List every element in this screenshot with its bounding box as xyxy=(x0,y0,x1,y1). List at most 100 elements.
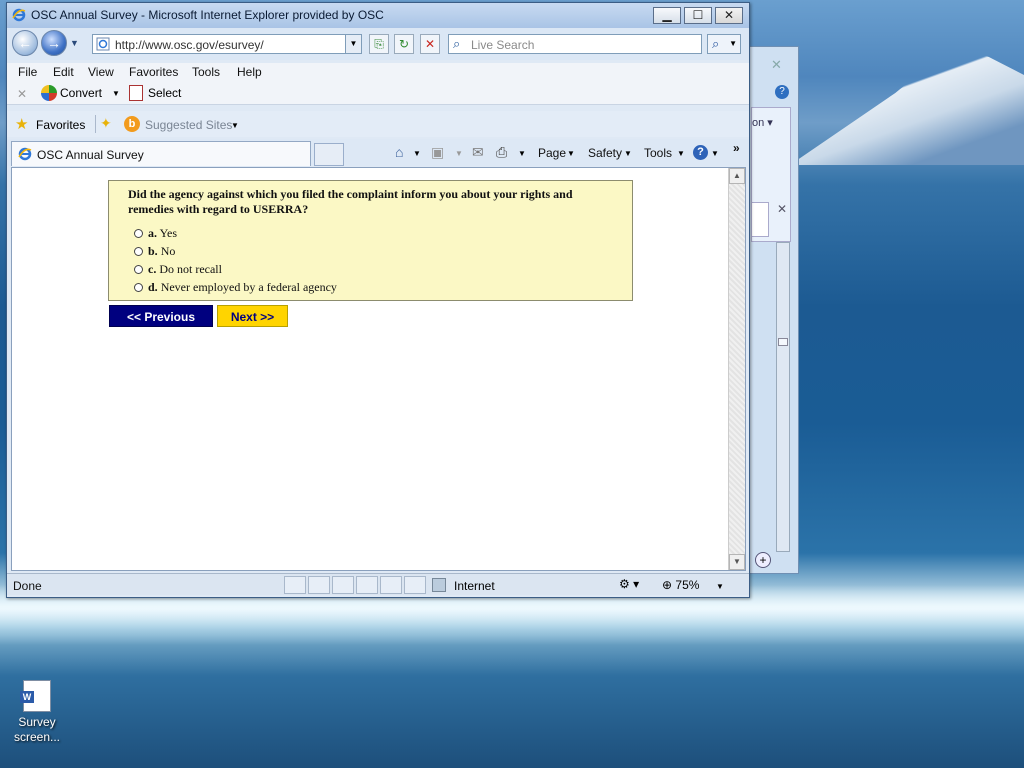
chevron-down-icon[interactable]: ▼ xyxy=(518,149,526,158)
option-letter: d. xyxy=(148,280,158,294)
option-c[interactable]: c. Do not recall xyxy=(134,262,222,277)
menu-help[interactable]: Help xyxy=(237,65,262,79)
zoom-in-icon[interactable]: + xyxy=(755,552,771,568)
convert-button[interactable]: Convert xyxy=(60,86,102,100)
page-menu[interactable]: Page xyxy=(538,146,566,160)
chevron-down-icon[interactable]: ▼ xyxy=(70,38,79,48)
option-a[interactable]: a. Yes xyxy=(134,226,177,241)
menu-file[interactable]: File xyxy=(18,65,37,79)
convert-icon xyxy=(41,85,57,101)
survey-question-box: Did the agency against which you filed t… xyxy=(108,180,633,301)
vertical-scrollbar[interactable]: ▲ ▼ xyxy=(728,168,745,570)
status-text: Done xyxy=(13,579,42,593)
status-cell xyxy=(356,576,378,594)
chevron-down-icon[interactable]: ▼ xyxy=(716,582,724,591)
chevron-down-icon[interactable]: ▼ xyxy=(677,149,685,158)
search-button[interactable]: ⌕ ▼ xyxy=(707,34,741,54)
radio-button[interactable] xyxy=(134,282,143,292)
close-icon[interactable]: ✕ xyxy=(771,57,782,73)
previous-button[interactable]: << Previous xyxy=(109,305,213,327)
help-icon[interactable]: ? xyxy=(693,145,708,160)
chevron-down-icon[interactable]: ▼ xyxy=(231,121,239,130)
suggested-sites-button[interactable]: Suggested Sites xyxy=(145,118,232,132)
status-bar: Done Internet ⚙ ▾ ⊕ 75% ▼ xyxy=(7,573,749,595)
menu-tools[interactable]: Tools xyxy=(192,65,220,79)
option-b[interactable]: b. No xyxy=(134,244,175,259)
option-text: Yes xyxy=(159,226,178,240)
chevron-down-icon[interactable]: ▼ xyxy=(413,149,421,158)
zoom-value: 75% xyxy=(675,578,700,592)
address-bar: ← → ▼ http://www.osc.gov/esurvey/ ▼ ⎘ ↻ … xyxy=(7,28,749,60)
tab-osc-annual-survey[interactable]: OSC Annual Survey xyxy=(11,141,311,166)
more-tools-icon[interactable]: » xyxy=(733,141,740,155)
tools-menu[interactable]: Tools xyxy=(644,146,672,160)
address-dropdown-icon[interactable]: ▼ xyxy=(345,35,361,53)
ie-logo-icon xyxy=(18,147,32,161)
close-toolbar-icon[interactable]: ✕ xyxy=(17,87,27,101)
maximize-button[interactable]: ☐ xyxy=(684,7,712,24)
ie-logo-icon xyxy=(12,8,26,22)
page-content: Did the agency against which you filed t… xyxy=(11,167,746,571)
protected-mode-icon[interactable]: ⚙ ▾ xyxy=(619,577,639,591)
background-window[interactable]: ✕ ? on ▾ ✕ + xyxy=(749,46,799,574)
chevron-down-icon[interactable]: ▼ xyxy=(624,149,632,158)
address-input[interactable]: http://www.osc.gov/esurvey/ ▼ xyxy=(92,34,362,54)
mail-icon[interactable]: ✉ xyxy=(472,144,484,161)
browser-window: OSC Annual Survey - Microsoft Internet E… xyxy=(6,2,750,598)
option-letter: c. xyxy=(148,262,157,276)
radio-button[interactable] xyxy=(134,246,143,256)
internet-zone-icon xyxy=(432,578,446,592)
add-favorite-icon[interactable]: ✦ xyxy=(100,115,112,132)
forward-button[interactable]: → xyxy=(41,30,67,56)
menu-favorites[interactable]: Favorites xyxy=(129,65,178,79)
divider xyxy=(95,115,96,133)
status-cell xyxy=(332,576,354,594)
favorites-button[interactable]: Favorites xyxy=(36,118,85,132)
option-letter: b. xyxy=(148,244,158,258)
home-icon[interactable]: ⌂ xyxy=(395,144,403,160)
status-cell xyxy=(284,576,306,594)
radio-button[interactable] xyxy=(134,264,143,274)
title-bar[interactable]: OSC Annual Survey - Microsoft Internet E… xyxy=(7,3,749,28)
radio-button[interactable] xyxy=(134,228,143,238)
close-icon[interactable]: ✕ xyxy=(777,202,787,216)
chevron-down-icon[interactable]: ▼ xyxy=(711,149,719,158)
menu-view[interactable]: View xyxy=(88,65,114,79)
survey-question: Did the agency against which you filed t… xyxy=(128,187,573,216)
minimize-button[interactable]: ▁ xyxy=(653,7,681,24)
next-button[interactable]: Next >> xyxy=(217,305,288,327)
scroll-up-icon[interactable]: ▲ xyxy=(729,168,745,184)
search-icon: ⌕ xyxy=(712,36,720,51)
select-button[interactable]: Select xyxy=(148,86,181,100)
chevron-down-icon[interactable]: ▼ xyxy=(729,39,737,48)
back-button[interactable]: ← xyxy=(12,30,38,56)
chevron-down-icon[interactable]: ▼ xyxy=(567,149,575,158)
menu-edit[interactable]: Edit xyxy=(53,65,74,79)
close-button[interactable]: ✕ xyxy=(715,7,743,24)
suggested-sites-icon: b xyxy=(124,116,140,132)
feeds-icon[interactable]: ▣ xyxy=(431,144,444,161)
security-zone[interactable]: Internet xyxy=(454,579,495,593)
stop-icon[interactable]: ✕ xyxy=(420,34,440,54)
option-text: Never employed by a federal agency xyxy=(160,280,337,294)
new-tab-button[interactable] xyxy=(314,143,344,166)
option-d[interactable]: d. Never employed by a federal agency xyxy=(134,280,337,295)
safety-menu[interactable]: Safety xyxy=(588,146,622,160)
chevron-down-icon[interactable]: ▼ xyxy=(112,89,120,98)
print-icon[interactable]: ⎙ xyxy=(496,144,507,161)
favorites-bar: ★ Favorites ✦ b Suggested Sites ▼ xyxy=(7,111,749,137)
search-placeholder: Live Search xyxy=(471,38,535,52)
search-input[interactable]: ⌕ Live Search xyxy=(448,34,702,54)
scrollbar-thumb[interactable] xyxy=(778,338,788,346)
window-title: OSC Annual Survey - Microsoft Internet E… xyxy=(31,8,384,22)
desktop-icon-survey[interactable]: W Survey screen... xyxy=(12,680,62,745)
chevron-down-icon[interactable]: ▼ xyxy=(455,149,463,158)
refresh-icon[interactable]: ↻ xyxy=(394,34,414,54)
zoom-level[interactable]: ⊕ 75% xyxy=(662,578,699,592)
help-icon[interactable]: ? xyxy=(775,85,789,99)
compatibility-view-icon[interactable]: ⎘ xyxy=(369,34,389,54)
panel-fragment: on ▾ xyxy=(752,117,773,129)
scroll-down-icon[interactable]: ▼ xyxy=(729,554,745,570)
tab-label: OSC Annual Survey xyxy=(37,148,144,162)
vertical-scrollbar[interactable] xyxy=(776,242,790,552)
